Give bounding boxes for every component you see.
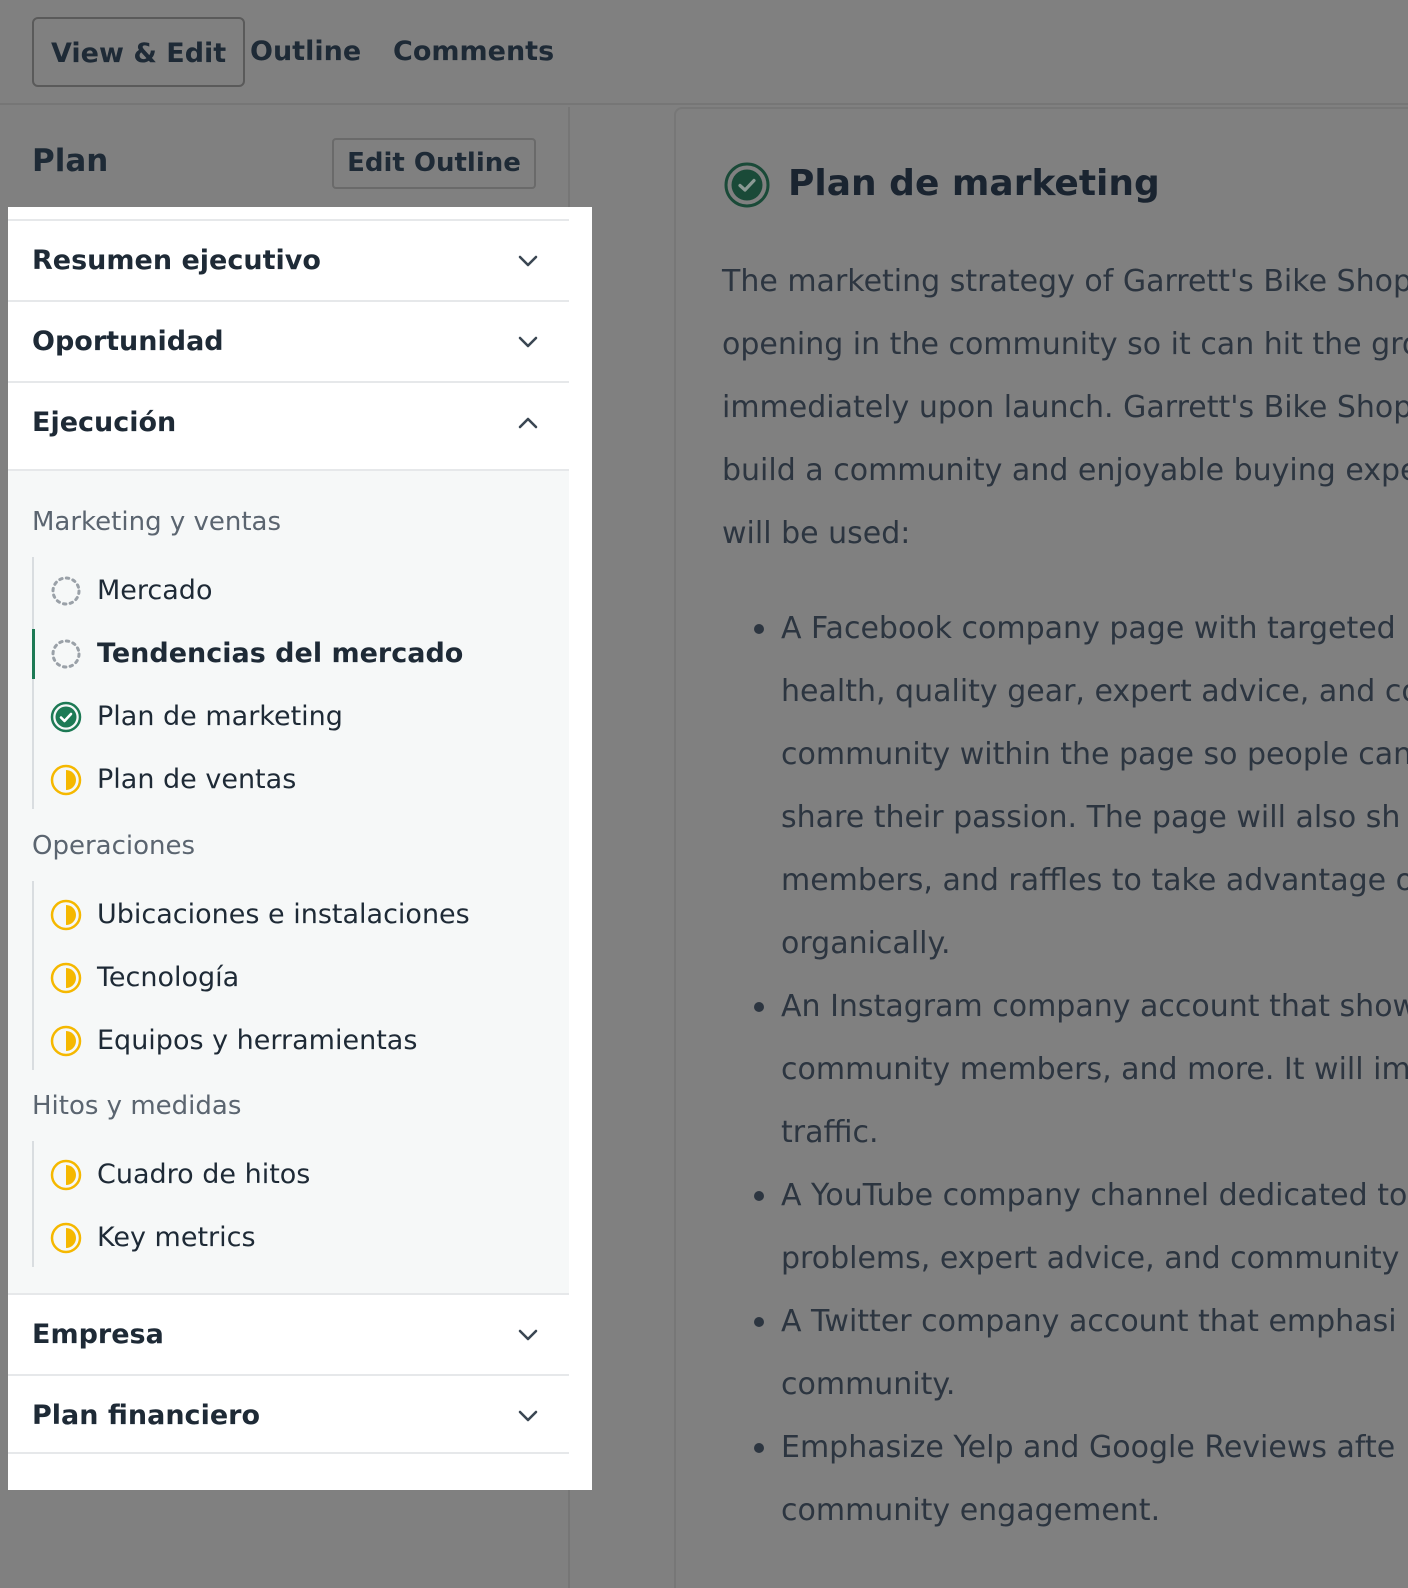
outline-item-label: Plan de marketing <box>97 701 343 732</box>
section-resumen-ejecutivo[interactable]: Resumen ejecutivo <box>8 219 569 299</box>
outline-item-label: Plan de ventas <box>97 764 297 795</box>
group-label-hitos-y-medidas: Hitos y medidas <box>32 1091 242 1121</box>
bullet-dot <box>754 1317 764 1327</box>
edit-outline-button[interactable]: Edit Outline <box>332 138 536 189</box>
bullet-line: An Instagram company account that show <box>781 989 1408 1024</box>
outline-item-plan-de-ventas[interactable]: Plan de ventas <box>32 755 552 805</box>
outline-item-equipos-y-herramientas[interactable]: Equipos y herramientas <box>32 1016 552 1066</box>
bullet-line: community. <box>781 1367 956 1402</box>
chevron-down-icon <box>517 1324 539 1346</box>
chevron-down-icon <box>517 331 539 353</box>
sidebar-title: Plan <box>32 143 109 179</box>
bullet-line: problems, expert advice, and community l <box>781 1241 1408 1276</box>
status-empty-icon <box>50 575 82 607</box>
outline-item-label: Cuadro de hitos <box>97 1159 311 1190</box>
status-partial-icon <box>50 1222 82 1254</box>
bullet-line: community engagement. <box>781 1493 1161 1528</box>
outline-item-plan-de-marketing[interactable]: Plan de marketing <box>32 692 552 742</box>
tab-comments[interactable]: Comments <box>393 17 554 87</box>
outline-item-label: Tendencias del mercado <box>97 638 464 669</box>
bullet-dot <box>754 624 764 634</box>
document-paragraph: The marketing strategy of Garrett's Bike… <box>722 250 1408 565</box>
outline-panel: Resumen ejecutivo Oportunidad Ejecución … <box>8 207 592 1490</box>
chevron-down-icon <box>517 250 539 272</box>
tab-outline[interactable]: Outline <box>250 17 361 87</box>
ejecucion-expanded-list: Marketing y ventas Mercado Tendencias de… <box>8 469 569 1309</box>
bullet-line: A Facebook company page with targeted <box>781 611 1396 646</box>
section-ejecucion[interactable]: Ejecución <box>8 381 569 461</box>
bullet-line: share their passion. The page will also … <box>781 800 1401 835</box>
bullet-line: community members, and more. It will imp <box>781 1052 1408 1087</box>
status-complete-icon <box>50 701 82 733</box>
bullet-line: A YouTube company channel dedicated to <box>781 1178 1408 1213</box>
group-label-operaciones: Operaciones <box>32 831 196 861</box>
bullet-line: community within the page so people can <box>781 737 1408 772</box>
document-title: Plan de marketing <box>788 163 1160 204</box>
top-tab-bar: View & Edit Outline Comments <box>0 0 1408 105</box>
outline-item-label: Tecnología <box>97 962 240 993</box>
outline-item-label: Mercado <box>97 575 213 606</box>
outline-item-tecnologia[interactable]: Tecnología <box>32 953 552 1003</box>
outline-item-label: Ubicaciones e instalaciones <box>97 899 470 930</box>
outline-item-label: Key metrics <box>97 1222 256 1253</box>
status-empty-icon <box>50 638 82 670</box>
bullet-line: members, and raffles to take advantage o <box>781 863 1408 898</box>
outline-item-key-metrics[interactable]: Key metrics <box>32 1213 552 1263</box>
bullet-dot <box>754 1191 764 1201</box>
active-indicator <box>32 629 35 679</box>
tab-view-edit[interactable]: View & Edit <box>32 17 246 87</box>
bullet-line: health, quality gear, expert advice, and… <box>781 674 1408 709</box>
outline-item-label: Equipos y herramientas <box>97 1025 418 1056</box>
status-partial-icon <box>50 764 82 796</box>
status-partial-icon <box>50 1159 82 1191</box>
paragraph-line: opening in the community so it can hit t… <box>722 327 1408 362</box>
bullet-dot <box>754 1002 764 1012</box>
outline-item-cuadro-de-hitos[interactable]: Cuadro de hitos <box>32 1150 552 1200</box>
paragraph-line: will be used: <box>722 516 911 551</box>
bullet-dot <box>754 1443 764 1453</box>
chevron-up-icon <box>517 412 539 434</box>
status-partial-icon <box>50 962 82 994</box>
paragraph-line: The marketing strategy of Garrett's Bike… <box>722 264 1408 299</box>
paragraph-line: build a community and enjoyable buying e… <box>722 453 1408 488</box>
status-complete-icon <box>724 162 770 208</box>
bullet-line: Emphasize Yelp and Google Reviews afte <box>781 1430 1396 1465</box>
status-partial-icon <box>50 1025 82 1057</box>
section-label: Oportunidad <box>32 326 224 357</box>
chevron-down-icon <box>517 1405 539 1427</box>
outline-item-mercado[interactable]: Mercado <box>32 566 552 616</box>
document-area: Plan de marketing The marketing strategy… <box>592 107 1408 1588</box>
bullet-line: organically. <box>781 926 951 961</box>
section-oportunidad[interactable]: Oportunidad <box>8 300 569 380</box>
section-label: Empresa <box>32 1319 164 1350</box>
section-label: Ejecución <box>32 407 177 438</box>
bullet-line: A Twitter company account that emphasi <box>781 1304 1397 1339</box>
paragraph-line: immediately upon launch. Garrett's Bike … <box>722 390 1408 425</box>
outline-item-tendencias-del-mercado[interactable]: Tendencias del mercado <box>32 629 552 679</box>
section-label: Plan financiero <box>32 1400 260 1431</box>
section-plan-financiero[interactable]: Plan financiero <box>8 1374 569 1454</box>
outline-item-ubicaciones[interactable]: Ubicaciones e instalaciones <box>32 890 552 940</box>
section-label: Resumen ejecutivo <box>32 245 321 276</box>
bullet-line: traffic. <box>781 1115 879 1150</box>
status-partial-icon <box>50 899 82 931</box>
section-empresa[interactable]: Empresa <box>8 1293 569 1373</box>
group-label-marketing-y-ventas: Marketing y ventas <box>32 507 282 537</box>
